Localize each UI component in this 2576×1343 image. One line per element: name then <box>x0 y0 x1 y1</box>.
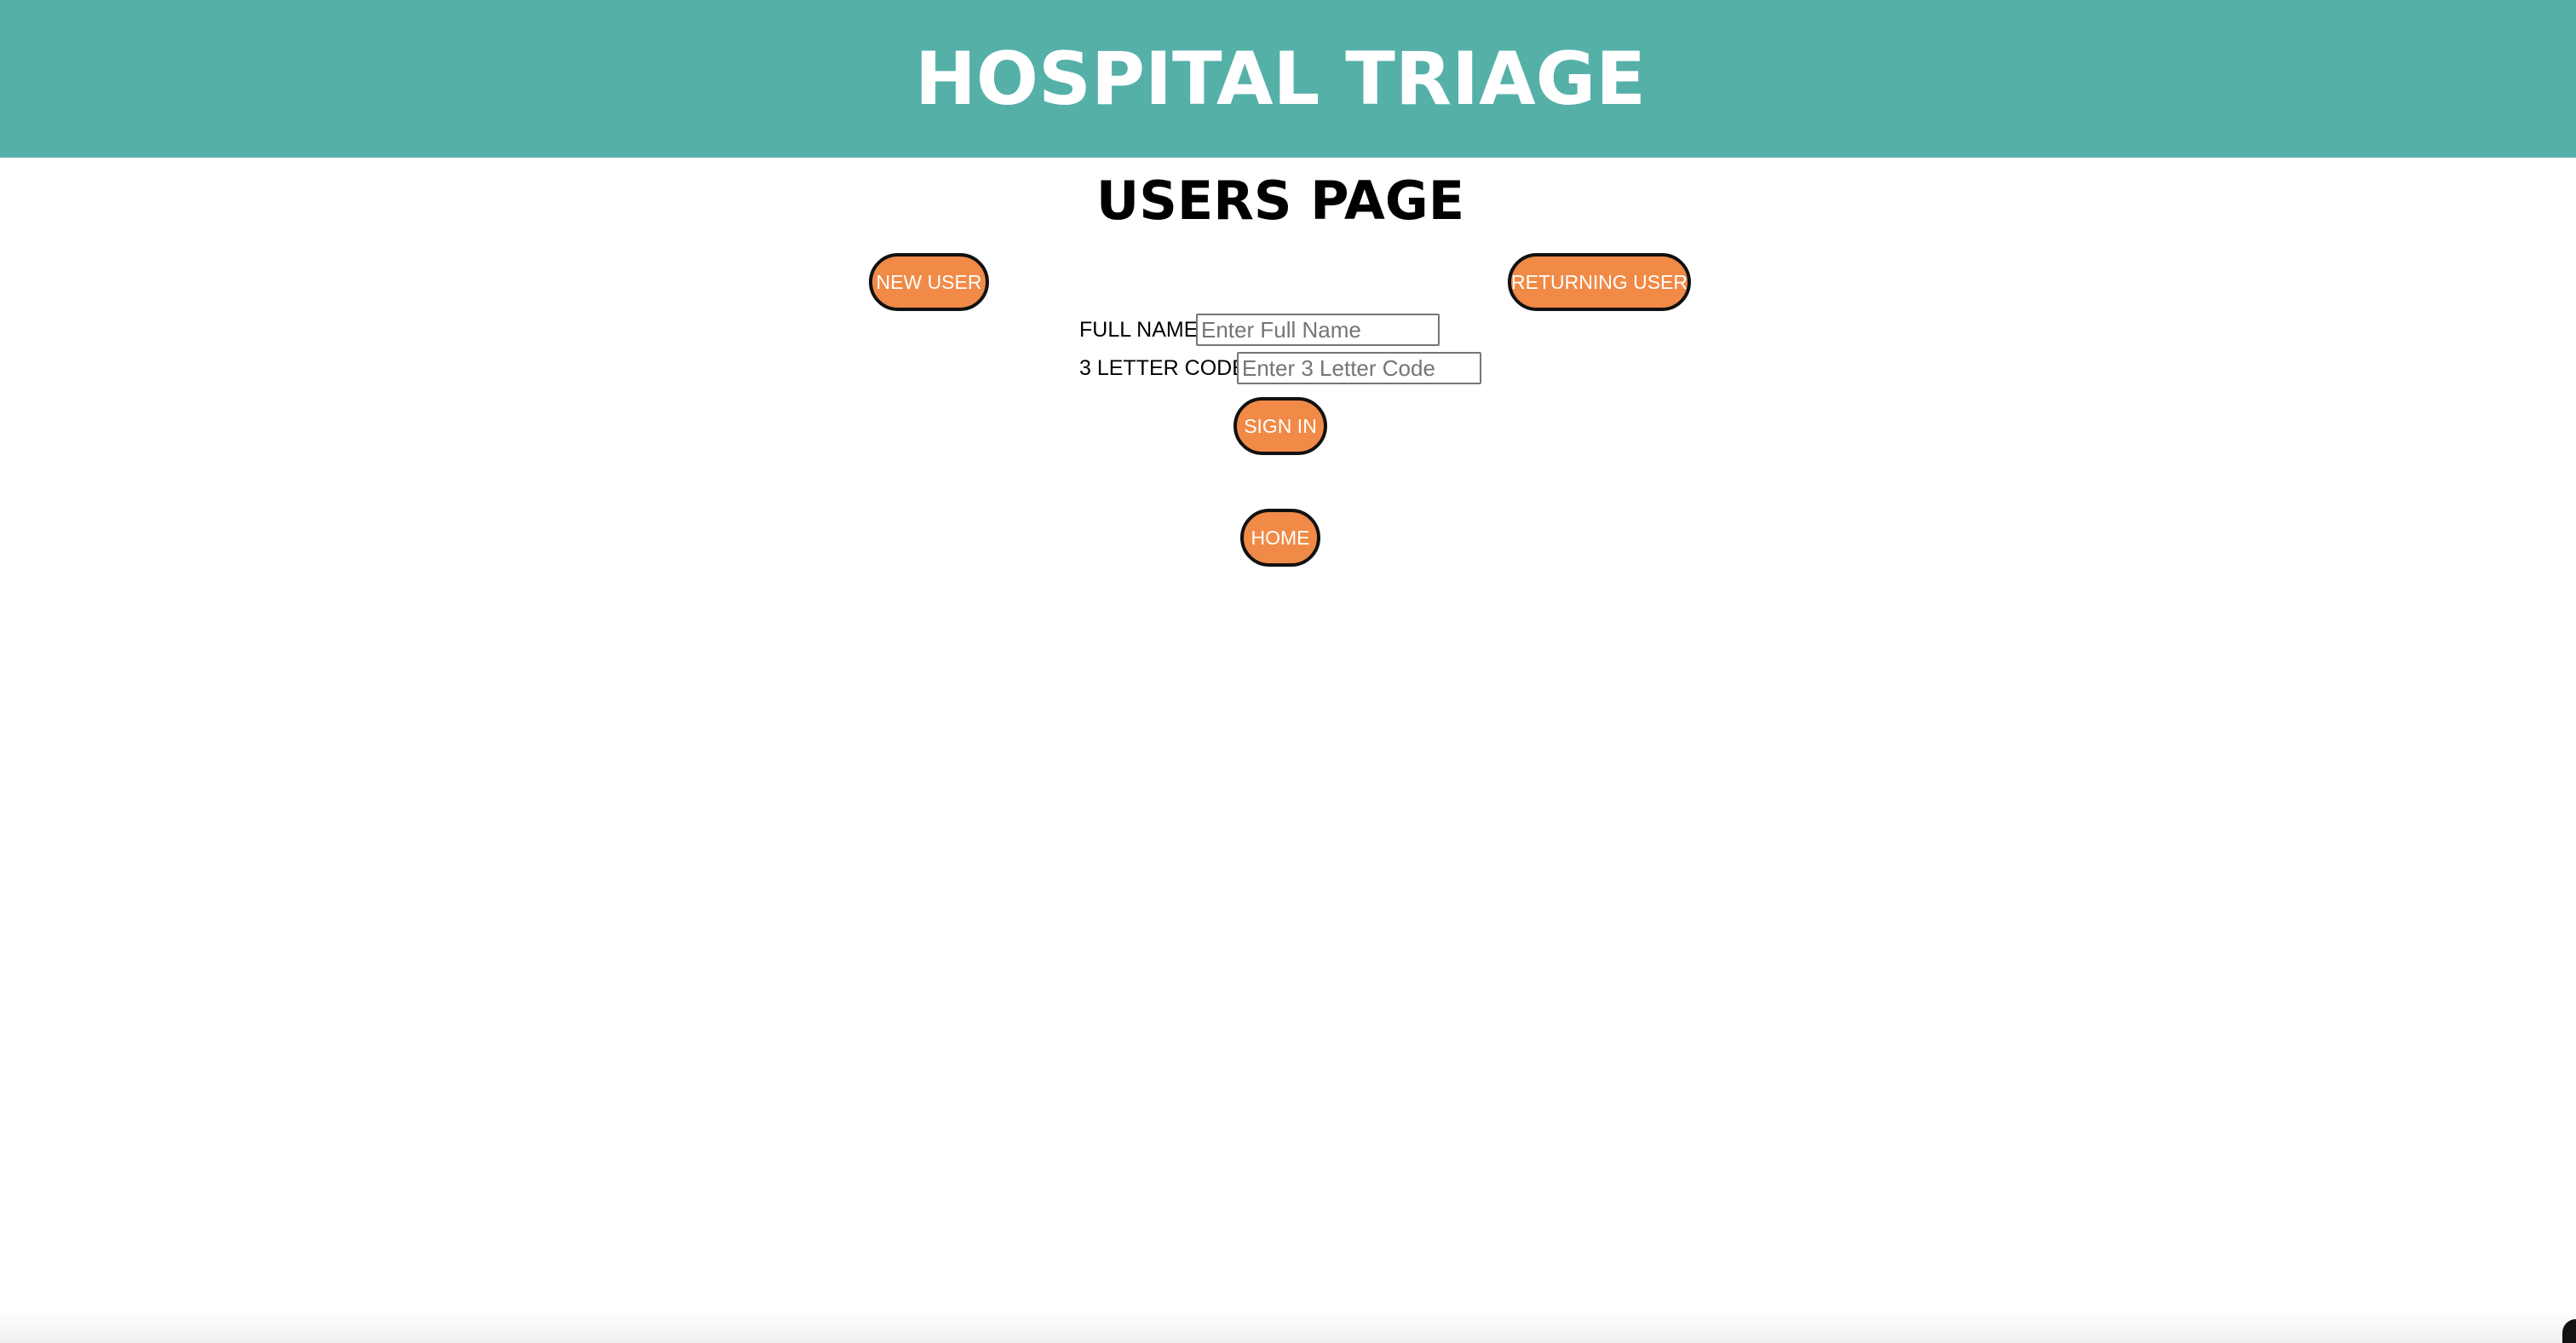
returning-user-button[interactable]: RETURNING USER <box>1508 253 1691 311</box>
page-title: USERS PAGE <box>1095 170 1465 232</box>
sign-in-button[interactable]: SIGN IN <box>1233 397 1327 455</box>
header-bar: HOSPITAL TRIAGE <box>0 0 2576 158</box>
letter-code-input[interactable] <box>1237 352 1481 384</box>
new-user-button[interactable]: NEW USER <box>869 253 989 311</box>
full-name-label: FULL NAME: <box>1079 318 1205 342</box>
bottom-shadow <box>0 1309 2576 1343</box>
app-title: HOSPITAL TRIAGE <box>914 37 1647 122</box>
letter-code-label: 3 LETTER CODE: <box>1079 356 1252 380</box>
home-button[interactable]: HOME <box>1240 509 1320 567</box>
full-name-input[interactable] <box>1196 314 1440 346</box>
